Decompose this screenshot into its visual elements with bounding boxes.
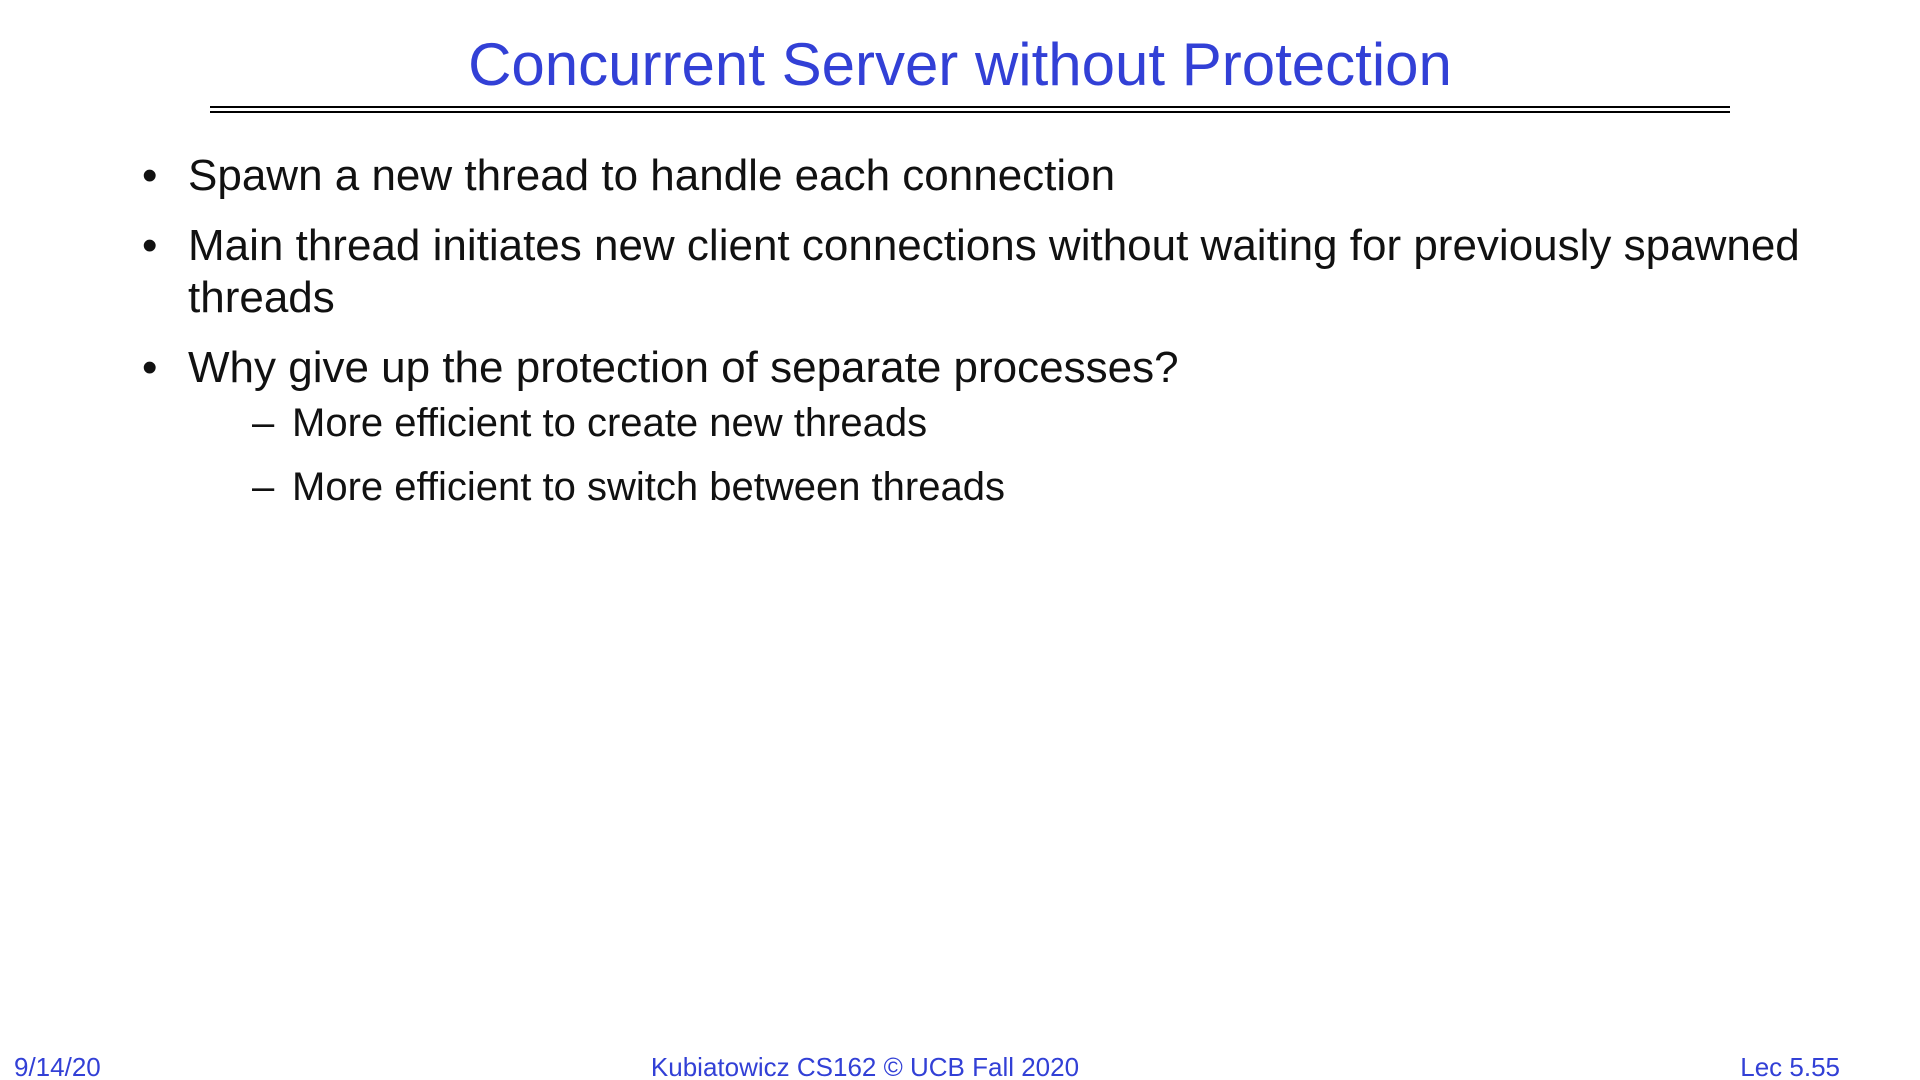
- bullet-item: Spawn a new thread to handle each connec…: [142, 150, 1802, 202]
- bullet-item: Main thread initiates new client connect…: [142, 220, 1802, 324]
- dash-marker: –: [252, 401, 275, 445]
- title-double-rule: [210, 106, 1730, 113]
- bullet-list: Spawn a new thread to handle each connec…: [142, 150, 1802, 528]
- bullet-item: Why give up the protection of separate p…: [142, 342, 1802, 510]
- dash-marker: –: [252, 465, 275, 509]
- slide-title: Concurrent Server without Protection: [468, 31, 1452, 98]
- sub-bullet-item: – More efficient to create new threads: [252, 400, 1802, 446]
- sub-bullet-list: – More efficient to create new threads –…: [188, 400, 1802, 510]
- footer-course: Kubiatowicz CS162 © UCB Fall 2020: [650, 1052, 1080, 1080]
- bullet-text: Why give up the protection of separate p…: [188, 343, 1179, 392]
- sub-bullet-text: More efficient to create new threads: [292, 401, 928, 445]
- sub-bullet-item: – More efficient to switch between threa…: [252, 464, 1802, 510]
- slide: Concurrent Server without Protection Spa…: [0, 0, 1920, 1080]
- footer-lecture-number: Lec 5.55: [1740, 1052, 1840, 1080]
- sub-bullet-text: More efficient to switch between threads: [292, 465, 1005, 509]
